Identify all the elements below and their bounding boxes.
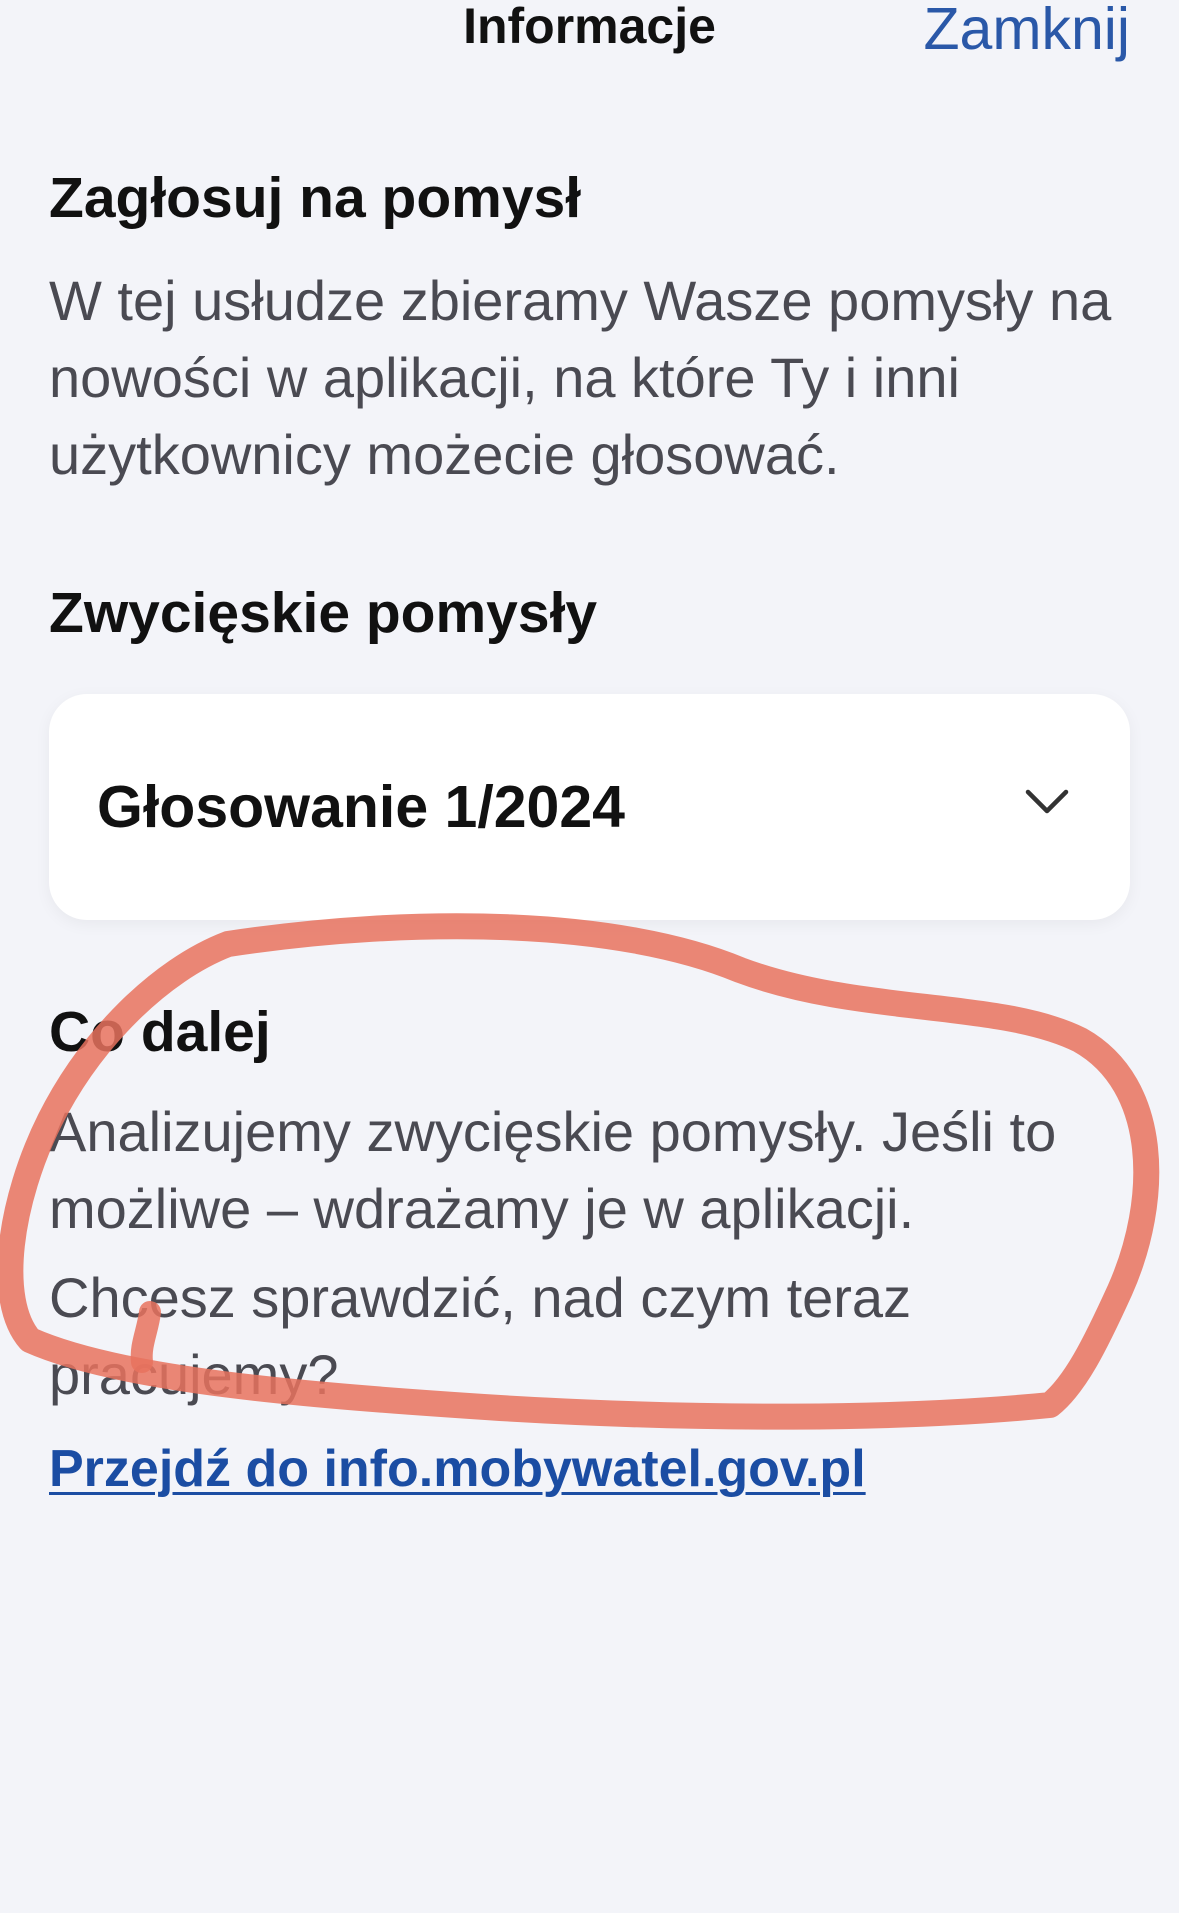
nav-bar: Informacje Zamknij bbox=[0, 0, 1179, 70]
vote-heading: Zagłosuj na pomysł bbox=[49, 166, 582, 230]
voting-dropdown[interactable]: Głosowanie 1/2024 bbox=[49, 694, 1130, 920]
next-heading: Co dalej bbox=[49, 1000, 271, 1064]
vote-description: W tej usłudze zbieramy Wasze pomysły na … bbox=[49, 269, 1112, 486]
chevron-down-icon bbox=[1025, 789, 1069, 814]
info-website-link[interactable]: Przejdź do info.mobywatel.gov.pl bbox=[49, 1433, 866, 1505]
content: Zagłosuj na pomysł W tej usłudze zbieram… bbox=[49, 160, 1130, 1505]
dropdown-selected-value: Głosowanie 1/2024 bbox=[97, 774, 625, 840]
winners-heading: Zwycięskie pomysły bbox=[49, 581, 598, 645]
check-progress-text: Chcesz sprawdzić, nad czym teraz pracuje… bbox=[49, 1266, 912, 1406]
next-description: Analizujemy zwycięskie pomysły. Jeśli to… bbox=[49, 1100, 1057, 1240]
close-button[interactable]: Zamknij bbox=[923, 0, 1130, 62]
info-screen: Informacje Zamknij Zagłosuj na pomysł W … bbox=[0, 0, 1179, 1913]
